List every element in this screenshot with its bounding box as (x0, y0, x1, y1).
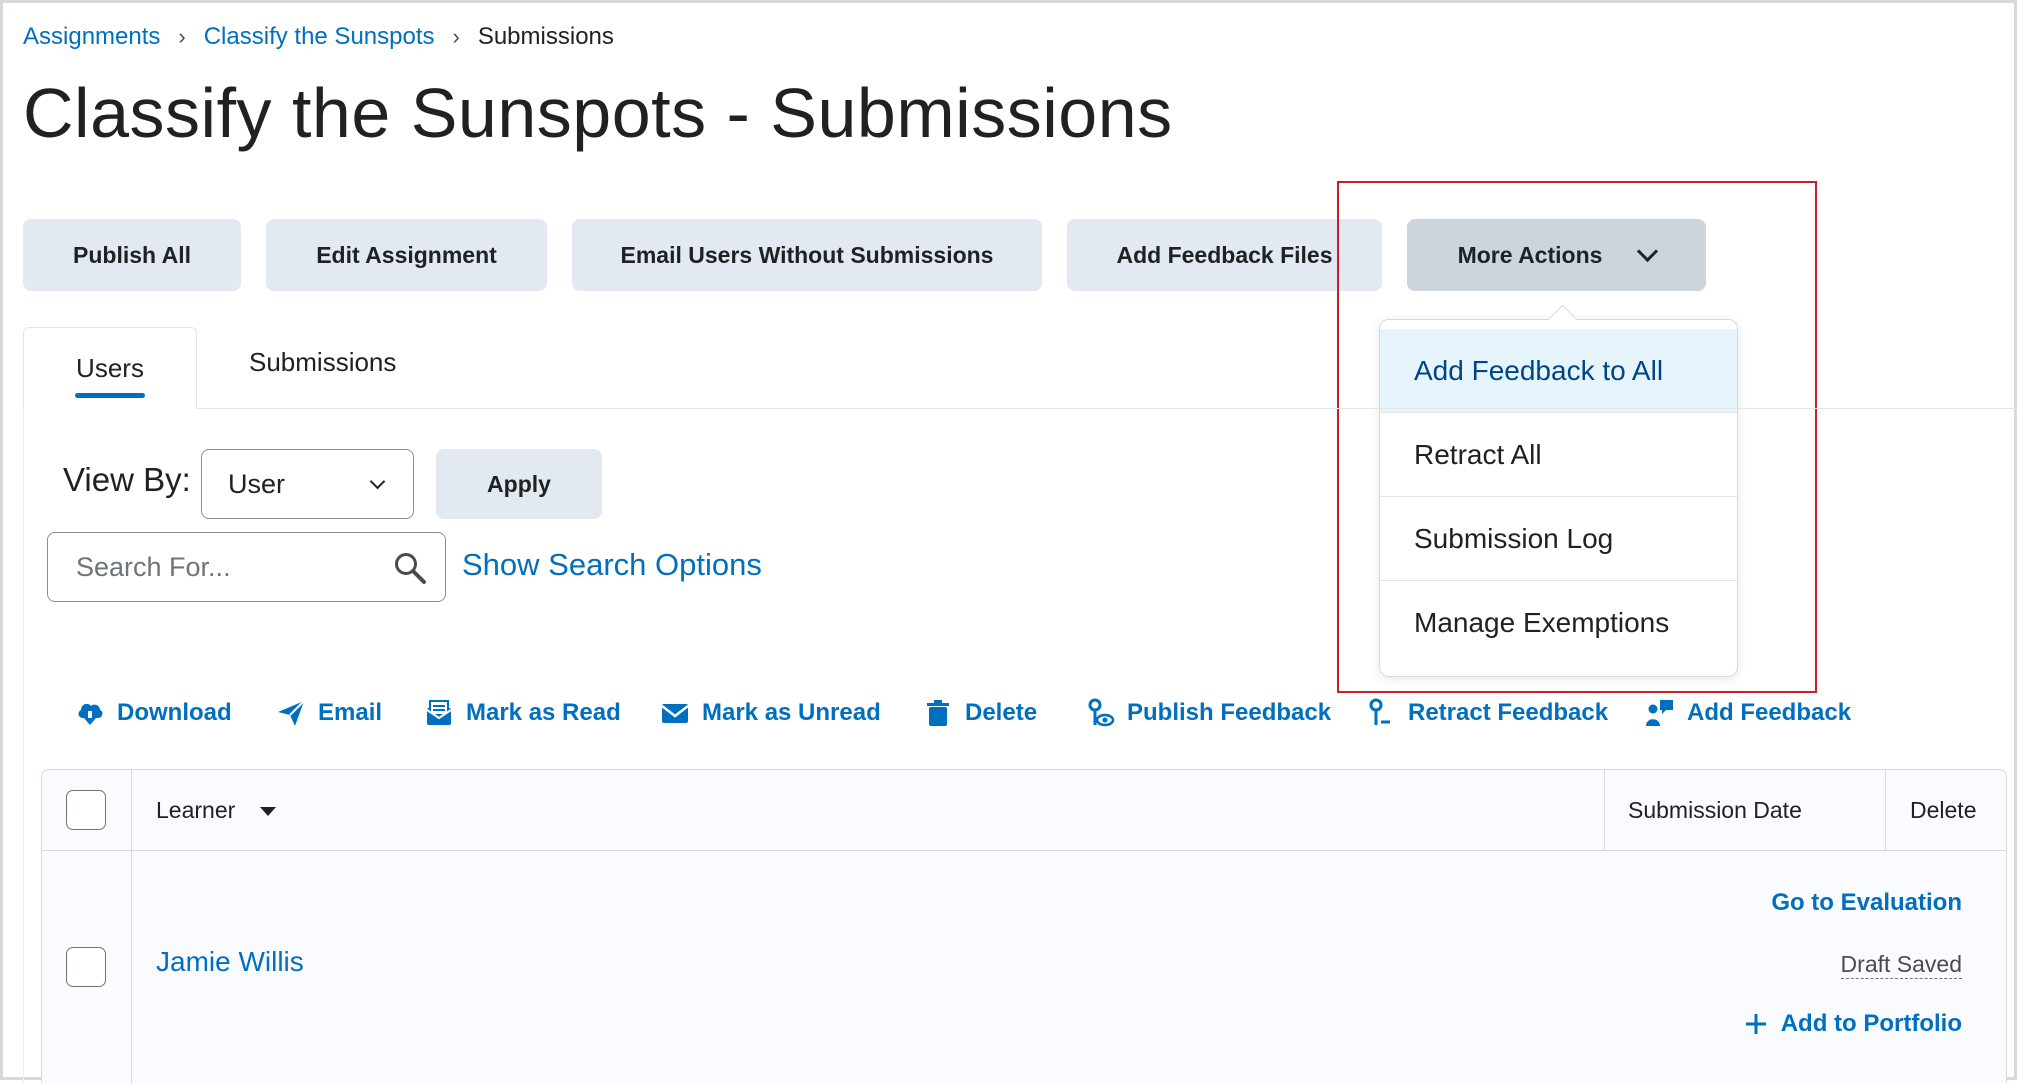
column-divider (1885, 770, 1886, 850)
search-icon[interactable] (393, 551, 427, 585)
add-to-portfolio-link[interactable]: Add to Portfolio (1745, 1010, 1962, 1038)
add-feedback-action[interactable]: Add Feedback (1645, 698, 1851, 728)
retract-feedback-action[interactable]: Retract Feedback (1366, 698, 1608, 728)
menu-item-manage-exemptions[interactable]: Manage Exemptions (1380, 581, 1737, 665)
view-by-label: View By: (63, 461, 191, 499)
chevron-down-icon (370, 474, 386, 490)
mark-as-unread-label: Mark as Unread (702, 699, 881, 727)
breadcrumb-separator: › (178, 24, 185, 50)
column-divider (131, 770, 132, 1084)
column-divider (1604, 770, 1605, 850)
delete-action[interactable]: Delete (923, 698, 1037, 728)
apply-button[interactable]: Apply (436, 449, 602, 519)
edit-assignment-button[interactable]: Edit Assignment (266, 219, 547, 291)
learner-header-label: Learner (156, 797, 235, 823)
search-input[interactable] (74, 551, 378, 584)
user-comment-icon (1645, 698, 1675, 728)
breadcrumb-current: Submissions (478, 23, 614, 51)
menu-item-retract-all[interactable]: Retract All (1380, 413, 1737, 497)
publish-feedback-icon (1085, 698, 1115, 728)
download-action[interactable]: Download (75, 698, 232, 728)
view-by-selected-value: User (228, 469, 285, 500)
download-label: Download (117, 699, 232, 727)
learner-column-header[interactable]: Learner (156, 797, 276, 824)
menu-item-submission-log[interactable]: Submission Log (1380, 497, 1737, 581)
cloud-download-icon (75, 698, 105, 728)
breadcrumb-classify-the-sunspots[interactable]: Classify the Sunspots (204, 23, 435, 51)
page-title: Classify the Sunspots - Submissions (23, 73, 1173, 153)
email-label: Email (318, 699, 382, 727)
breadcrumb-separator: › (453, 24, 460, 50)
delete-column-header: Delete (1910, 797, 1976, 824)
tab-selected-indicator (75, 393, 145, 398)
mark-as-read-label: Mark as Read (466, 699, 621, 727)
retract-feedback-icon (1366, 698, 1396, 728)
menu-item-add-feedback-to-all[interactable]: Add Feedback to All (1380, 329, 1737, 413)
plus-icon (1745, 1013, 1767, 1035)
content-border (23, 408, 24, 1083)
learner-name-link[interactable]: Jamie Willis (156, 946, 304, 978)
tab-divider (197, 408, 2017, 409)
select-all-checkbox[interactable] (66, 790, 106, 830)
submissions-table: Learner Submission Date Delete Jamie Wil… (41, 769, 2007, 1083)
breadcrumb-assignments[interactable]: Assignments (23, 23, 160, 51)
mark-as-read-action[interactable]: Mark as Read (424, 698, 621, 728)
breadcrumb: Assignments › Classify the Sunspots › Su… (23, 23, 614, 51)
submission-date-column-header[interactable]: Submission Date (1628, 797, 1802, 824)
publish-feedback-action[interactable]: Publish Feedback (1085, 698, 1331, 728)
status-badge: Draft Saved (1841, 951, 1962, 979)
trash-icon (923, 698, 953, 728)
mark-as-unread-action[interactable]: Mark as Unread (660, 698, 881, 728)
row-checkbox[interactable] (66, 947, 106, 987)
retract-feedback-label: Retract Feedback (1408, 699, 1608, 727)
table-header: Learner Submission Date Delete (42, 770, 2006, 851)
show-search-options-link[interactable]: Show Search Options (462, 547, 762, 583)
delete-label: Delete (965, 699, 1037, 727)
publish-all-button[interactable]: Publish All (23, 219, 241, 291)
envelope-icon (660, 698, 690, 728)
more-actions-menu: Add Feedback to All Retract All Submissi… (1379, 319, 1738, 677)
envelope-open-icon (424, 698, 454, 728)
add-to-portfolio-label: Add to Portfolio (1781, 1010, 1962, 1038)
publish-feedback-label: Publish Feedback (1127, 699, 1331, 727)
sort-down-icon (260, 807, 276, 816)
email-action[interactable]: Email (276, 698, 382, 728)
email-users-without-submissions-button[interactable]: Email Users Without Submissions (572, 219, 1042, 291)
go-to-evaluation-link[interactable]: Go to Evaluation (1771, 889, 1962, 917)
search-field (47, 532, 446, 602)
add-feedback-files-button[interactable]: Add Feedback Files (1067, 219, 1382, 291)
add-feedback-label: Add Feedback (1687, 699, 1851, 727)
view-by-select[interactable]: User (201, 449, 414, 519)
tab-users-label: Users (76, 353, 144, 384)
send-icon (276, 698, 306, 728)
tab-submissions[interactable]: Submissions (249, 347, 396, 378)
